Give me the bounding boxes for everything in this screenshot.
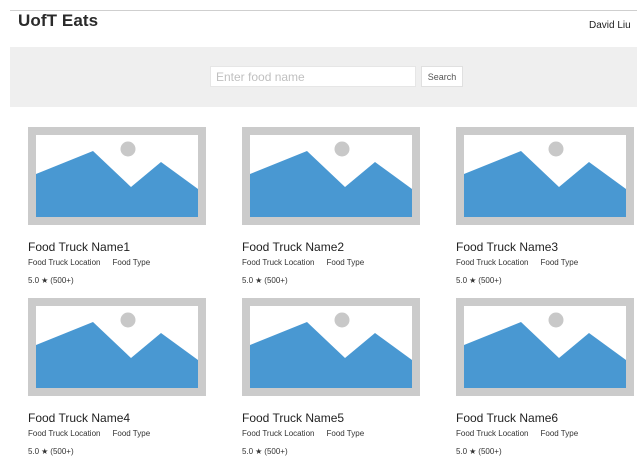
food-truck-details: Food Truck Location Food Type — [242, 429, 364, 438]
rating: 5.0 ★ (500+) — [242, 447, 288, 456]
image-placeholder-icon — [456, 127, 634, 225]
food-type: Food Type — [112, 429, 151, 438]
review-count: (500+) — [50, 447, 74, 456]
app-title[interactable]: UofT Eats — [18, 11, 98, 31]
star-icon: ★ — [255, 276, 263, 285]
food-truck-location: Food Truck Location — [28, 429, 101, 438]
rating: 5.0 ★ (500+) — [456, 447, 502, 456]
rating-value: 5.0 — [242, 276, 254, 285]
review-count: (500+) — [478, 447, 502, 456]
food-type: Food Type — [540, 258, 579, 267]
rating-value: 5.0 — [242, 447, 254, 456]
review-count: (500+) — [264, 447, 288, 456]
image-placeholder-icon — [242, 298, 420, 396]
rating: 5.0 ★ (500+) — [242, 276, 288, 285]
food-truck-location: Food Truck Location — [456, 258, 529, 267]
food-truck-name[interactable]: Food Truck Name1 — [28, 240, 130, 254]
app-header — [10, 11, 637, 47]
rating: 5.0 ★ (500+) — [456, 276, 502, 285]
food-truck-location: Food Truck Location — [28, 258, 101, 267]
food-type: Food Type — [540, 429, 579, 438]
food-truck-name[interactable]: Food Truck Name2 — [242, 240, 344, 254]
review-count: (500+) — [478, 276, 502, 285]
food-truck-name[interactable]: Food Truck Name3 — [456, 240, 558, 254]
food-type: Food Type — [112, 258, 151, 267]
food-truck-details: Food Truck Location Food Type — [28, 429, 150, 438]
food-truck-location: Food Truck Location — [242, 429, 315, 438]
search-button[interactable]: Search — [421, 66, 463, 87]
rating-value: 5.0 — [456, 276, 468, 285]
star-icon: ★ — [469, 276, 477, 285]
food-truck-location: Food Truck Location — [242, 258, 315, 267]
review-count: (500+) — [264, 276, 288, 285]
food-truck-details: Food Truck Location Food Type — [242, 258, 364, 267]
food-truck-details: Food Truck Location Food Type — [456, 258, 578, 267]
image-placeholder-icon — [28, 127, 206, 225]
food-truck-details: Food Truck Location Food Type — [28, 258, 150, 267]
image-placeholder-icon — [456, 298, 634, 396]
review-count: (500+) — [50, 276, 74, 285]
star-icon: ★ — [469, 447, 477, 456]
image-placeholder-icon — [242, 127, 420, 225]
rating-value: 5.0 — [456, 447, 468, 456]
food-truck-name[interactable]: Food Truck Name5 — [242, 411, 344, 425]
food-truck-name[interactable]: Food Truck Name4 — [28, 411, 130, 425]
rating: 5.0 ★ (500+) — [28, 276, 74, 285]
rating-value: 5.0 — [28, 276, 40, 285]
star-icon: ★ — [41, 276, 49, 285]
food-truck-details: Food Truck Location Food Type — [456, 429, 578, 438]
food-type: Food Type — [326, 258, 365, 267]
food-truck-name[interactable]: Food Truck Name6 — [456, 411, 558, 425]
star-icon: ★ — [41, 447, 49, 456]
search-input[interactable] — [210, 66, 416, 87]
rating-value: 5.0 — [28, 447, 40, 456]
user-name[interactable]: David Liu — [589, 20, 631, 31]
star-icon: ★ — [255, 447, 263, 456]
food-type: Food Type — [326, 429, 365, 438]
image-placeholder-icon — [28, 298, 206, 396]
rating: 5.0 ★ (500+) — [28, 447, 74, 456]
food-truck-location: Food Truck Location — [456, 429, 529, 438]
